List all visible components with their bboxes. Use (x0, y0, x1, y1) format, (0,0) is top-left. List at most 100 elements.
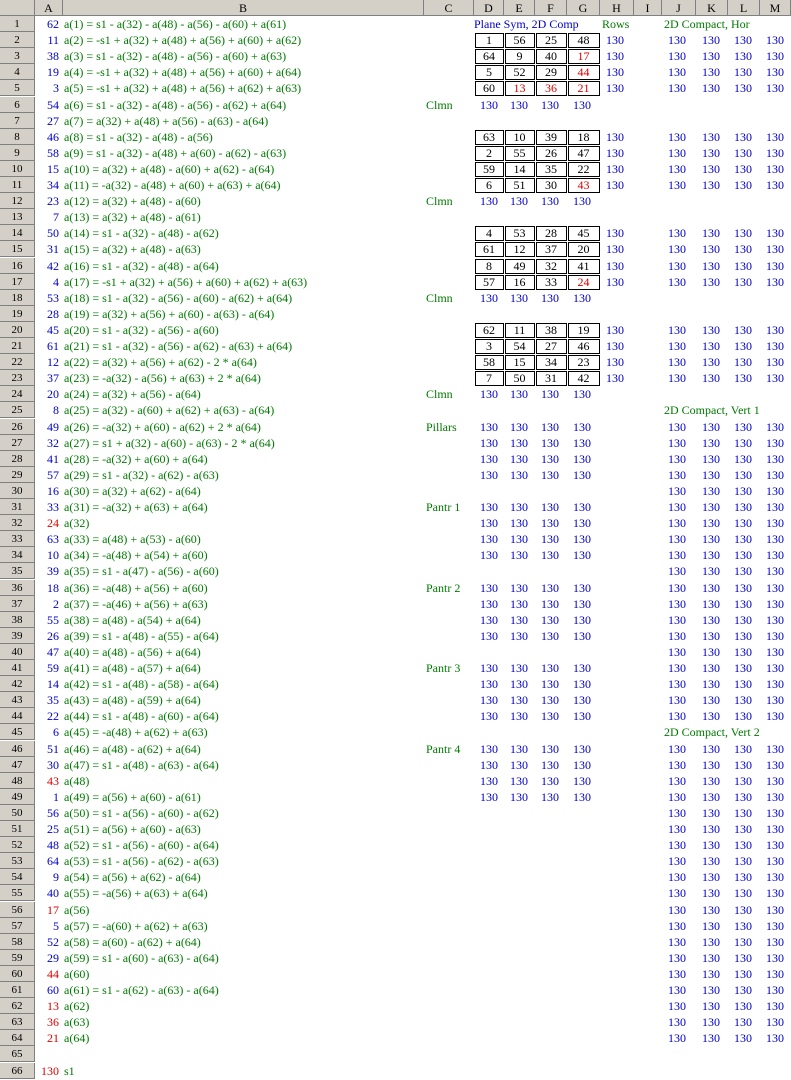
compact-hor-l4[interactable]: 130 (734, 64, 752, 80)
sum-e31[interactable]: 130 (510, 499, 528, 515)
vert-l53[interactable]: 130 (734, 853, 752, 869)
clmn-sum-e18[interactable]: 130 (510, 290, 528, 306)
vert-j60[interactable]: 130 (668, 966, 686, 982)
vert-k31[interactable]: 130 (702, 499, 720, 515)
row-header-42[interactable]: 42 (0, 676, 35, 693)
vert-l40[interactable]: 130 (734, 644, 752, 660)
cell-a5[interactable]: 3 (35, 80, 59, 96)
cell-a57[interactable]: 5 (35, 918, 59, 934)
vert-l38[interactable]: 130 (734, 612, 752, 628)
vert-k64[interactable]: 130 (702, 1030, 720, 1046)
compact-hor-l9[interactable]: 130 (734, 145, 752, 161)
clmn-sum-d6[interactable]: 130 (480, 97, 498, 113)
compact-hor-k17[interactable]: 130 (702, 274, 720, 290)
vert-m32[interactable]: 130 (766, 515, 784, 531)
vert-k59[interactable]: 130 (702, 950, 720, 966)
compact-hor-l5[interactable]: 130 (734, 80, 752, 96)
vert-m28[interactable]: 130 (766, 451, 784, 467)
compact-hor-k4[interactable]: 130 (702, 64, 720, 80)
sum-d49[interactable]: 130 (480, 789, 498, 805)
cell-b38[interactable]: a(38) = a(48) - a(54) + a(64) (64, 612, 425, 628)
row-header-44[interactable]: 44 (0, 708, 35, 725)
compact-hor-j16[interactable]: 130 (668, 258, 686, 274)
clmn-sum-e6[interactable]: 130 (510, 97, 528, 113)
cell-b46[interactable]: a(46) = a(48) - a(62) + a(64) (64, 741, 425, 757)
row-header-5[interactable]: 5 (0, 80, 35, 97)
vert-j33[interactable]: 130 (668, 531, 686, 547)
vert-j56[interactable]: 130 (668, 902, 686, 918)
compact-hor-l15[interactable]: 130 (734, 241, 752, 257)
row-header-2[interactable]: 2 (0, 32, 35, 49)
row-header-12[interactable]: 12 (0, 193, 35, 210)
vert-m36[interactable]: 130 (766, 580, 784, 596)
column-header-b[interactable]: B (63, 0, 424, 16)
vert-l33[interactable]: 130 (734, 531, 752, 547)
sum-g37[interactable]: 130 (573, 596, 591, 612)
sum-e39[interactable]: 130 (510, 628, 528, 644)
cell-b56[interactable]: a(56) (64, 902, 425, 918)
sum-g44[interactable]: 130 (573, 708, 591, 724)
cell-b20[interactable]: a(20) = s1 - a(32) - a(56) - a(60) (64, 322, 425, 338)
sum-e36[interactable]: 130 (510, 580, 528, 596)
vert-j27[interactable]: 130 (668, 435, 686, 451)
sum-e34[interactable]: 130 (510, 547, 528, 563)
compact-hor-m20[interactable]: 130 (766, 322, 784, 338)
cell-a61[interactable]: 60 (35, 982, 59, 998)
vert-j59[interactable]: 130 (668, 950, 686, 966)
vert-m59[interactable]: 130 (766, 950, 784, 966)
sum-g28[interactable]: 130 (573, 451, 591, 467)
vert-l32[interactable]: 130 (734, 515, 752, 531)
row-header-8[interactable]: 8 (0, 128, 35, 145)
rows-sum-h3[interactable]: 130 (606, 48, 624, 64)
cell-a23[interactable]: 37 (35, 370, 59, 386)
rows-sum-h8[interactable]: 130 (606, 129, 624, 145)
sum-d37[interactable]: 130 (480, 596, 498, 612)
sum-d44[interactable]: 130 (480, 708, 498, 724)
cell-a18[interactable]: 53 (35, 290, 59, 306)
cell-a24[interactable]: 20 (35, 386, 59, 402)
sum-g33[interactable]: 130 (573, 531, 591, 547)
vert-m44[interactable]: 130 (766, 708, 784, 724)
cell-a15[interactable]: 31 (35, 241, 59, 257)
cell-b50[interactable]: a(50) = s1 - a(56) - a(60) - a(62) (64, 805, 425, 821)
cell-a27[interactable]: 32 (35, 435, 59, 451)
row-header-48[interactable]: 48 (0, 772, 35, 789)
row-header-45[interactable]: 45 (0, 724, 35, 741)
clmn-sum-f12[interactable]: 130 (541, 193, 559, 209)
row-header-56[interactable]: 56 (0, 901, 35, 918)
vert-l30[interactable]: 130 (734, 483, 752, 499)
vert-j49[interactable]: 130 (668, 789, 686, 805)
row-header-58[interactable]: 58 (0, 933, 35, 950)
vert-j63[interactable]: 130 (668, 1014, 686, 1030)
vert-l64[interactable]: 130 (734, 1030, 752, 1046)
compact-hor-l2[interactable]: 130 (734, 32, 752, 48)
compact-hor-j4[interactable]: 130 (668, 64, 686, 80)
compact-hor-j22[interactable]: 130 (668, 354, 686, 370)
rows-sum-h5[interactable]: 130 (606, 80, 624, 96)
row-header-59[interactable]: 59 (0, 949, 35, 966)
cell-b32[interactable]: a(32) (64, 515, 425, 531)
compact-hor-k22[interactable]: 130 (702, 354, 720, 370)
vert-j53[interactable]: 130 (668, 853, 686, 869)
compact-hor-m10[interactable]: 130 (766, 161, 784, 177)
vert-k54[interactable]: 130 (702, 869, 720, 885)
compact-hor-m15[interactable]: 130 (766, 241, 784, 257)
cell-b40[interactable]: a(40) = a(48) - a(56) + a(64) (64, 644, 425, 660)
cell-a25[interactable]: 8 (35, 402, 59, 418)
sum-d46[interactable]: 130 (480, 741, 498, 757)
column-header-i[interactable]: I (634, 0, 662, 16)
row-header-47[interactable]: 47 (0, 756, 35, 773)
compact-hor-k20[interactable]: 130 (702, 322, 720, 338)
cell-b61[interactable]: a(61) = s1 - a(62) - a(63) - a(64) (64, 982, 425, 998)
sum-d41[interactable]: 130 (480, 660, 498, 676)
vert-m29[interactable]: 130 (766, 467, 784, 483)
compact-hor-j5[interactable]: 130 (668, 80, 686, 96)
sum-g34[interactable]: 130 (573, 547, 591, 563)
cell-a21[interactable]: 61 (35, 338, 59, 354)
sum-f37[interactable]: 130 (541, 596, 559, 612)
vert-j41[interactable]: 130 (668, 660, 686, 676)
sum-e29[interactable]: 130 (510, 467, 528, 483)
cell-b49[interactable]: a(49) = a(56) + a(60) - a(61) (64, 789, 425, 805)
compact-hor-k8[interactable]: 130 (702, 129, 720, 145)
cell-b66[interactable]: s1 (64, 1063, 425, 1079)
